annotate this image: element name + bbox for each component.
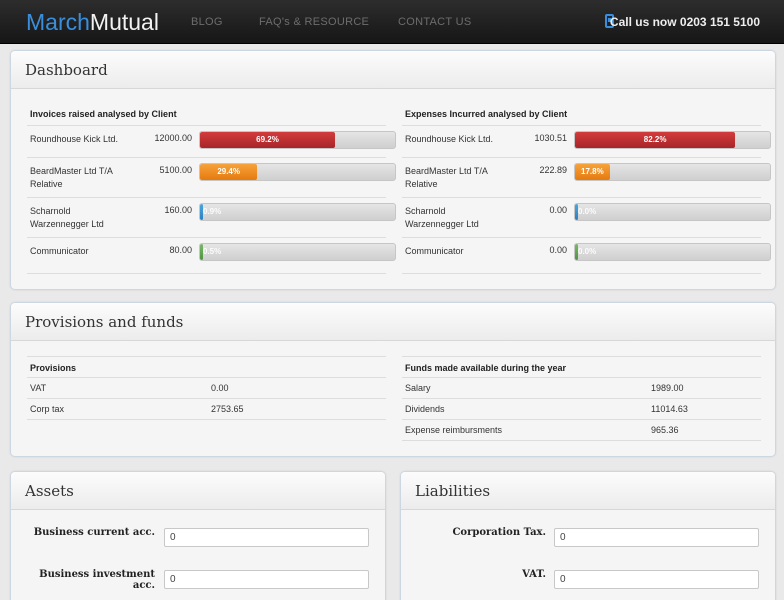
liabilities-panel: Liabilities Corporation Tax. 0 VAT. 0 (400, 471, 776, 600)
corporation-tax-label: Corporation Tax. (452, 527, 546, 538)
fund-label: Expense reimbursments (405, 425, 503, 435)
percentage-label: 69.2% (256, 135, 279, 144)
divider (27, 125, 386, 126)
percentage-bar: 0.9% (199, 203, 396, 221)
client-amount: 12000.00 (154, 133, 192, 143)
expenses-heading: Expenses Incurred analysed by Client (405, 109, 568, 119)
client-name: BeardMaster Ltd T/A Relative (30, 166, 113, 189)
business-investment-account-input[interactable]: 0 (164, 570, 369, 589)
percentage-label: 0.9% (203, 207, 222, 216)
percentage-bar: 82.2% (574, 131, 771, 149)
divider (402, 398, 761, 399)
divider (402, 419, 761, 420)
divider (402, 273, 761, 274)
percentage-label: 17.8% (581, 167, 604, 176)
percentage-label: 0.0% (578, 247, 597, 256)
business-current-account-input[interactable]: 0 (164, 528, 369, 547)
divider (27, 273, 386, 274)
divider (27, 197, 386, 198)
divider (27, 398, 386, 399)
top-navigation-bar: MarchMutual BLOG FAQ's & RESOURCE CONTAC… (0, 0, 784, 44)
fund-value: 11014.63 (651, 404, 688, 414)
dashboard-panel: Dashboard Invoices raised analysed by Cl… (10, 50, 776, 290)
divider (402, 356, 761, 357)
client-amount: 5100.00 (159, 165, 192, 175)
phone-number: Call us now 0203 151 5100 (609, 15, 760, 29)
percentage-bar: 0.5% (199, 243, 396, 261)
provisions-funds-title: Provisions and funds (11, 303, 775, 341)
client-name: Communicator (405, 246, 464, 256)
divider (402, 197, 761, 198)
divider (402, 377, 761, 378)
percentage-label: 0.0% (578, 207, 597, 216)
client-name: Roundhouse Kick Ltd. (405, 134, 494, 144)
client-amount: 0.00 (549, 245, 567, 255)
assets-title: Assets (11, 472, 385, 510)
client-name: Roundhouse Kick Ltd. (30, 134, 119, 144)
vat-label: VAT. (522, 569, 546, 580)
liabilities-title: Liabilities (401, 472, 775, 510)
nav-faqs-resource[interactable]: FAQ's & RESOURCE (259, 16, 369, 28)
percentage-bar: 0.0% (574, 243, 771, 261)
corporation-tax-input[interactable]: 0 (554, 528, 759, 547)
vat-input[interactable]: 0 (554, 570, 759, 589)
provision-value: 2753.65 (211, 404, 244, 414)
divider (27, 356, 386, 357)
provision-label: Corp tax (30, 404, 65, 414)
divider (402, 237, 761, 238)
client-amount: 160.00 (164, 205, 192, 215)
percentage-bar: 0.0% (574, 203, 771, 221)
provision-label: VAT (30, 383, 47, 393)
nav-blog[interactable]: BLOG (191, 16, 223, 28)
client-amount: 0.00 (549, 205, 567, 215)
provisions-heading: Provisions (30, 363, 77, 373)
client-amount: 222.89 (539, 165, 567, 175)
divider (27, 377, 386, 378)
logo-part-march: March (26, 9, 90, 35)
client-name: Scharnold Warzennegger Ltd (30, 206, 104, 229)
divider (27, 157, 386, 158)
divider (402, 157, 761, 158)
divider (402, 440, 761, 441)
percentage-label: 0.5% (203, 247, 222, 256)
fund-label: Dividends (405, 404, 445, 414)
logo[interactable]: MarchMutual (26, 9, 159, 35)
percentage-bar: 17.8% (574, 163, 771, 181)
business-investment-account-label: Business investment acc. (39, 569, 155, 591)
percentage-bar: 69.2% (199, 131, 396, 149)
nav-contact-us[interactable]: CONTACT US (398, 16, 472, 28)
percentage-label: 82.2% (643, 135, 667, 144)
fund-value: 1989.00 (651, 383, 684, 393)
percentage-label: 29.4% (217, 167, 240, 176)
logo-part-mutual: Mutual (89, 9, 159, 35)
client-amount: 1030.51 (534, 133, 567, 143)
divider (27, 237, 386, 238)
client-name: BeardMaster Ltd T/A Relative (405, 166, 488, 189)
client-name: Scharnold Warzennegger Ltd (405, 206, 479, 229)
divider (27, 419, 386, 420)
fund-label: Salary (405, 383, 431, 393)
divider (402, 125, 761, 126)
fund-value: 965.36 (651, 425, 679, 435)
provisions-funds-panel: Provisions and funds Provisions VAT 0.00… (10, 302, 776, 457)
percentage-bar: 29.4% (199, 163, 396, 181)
funds-heading: Funds made available during the year (405, 363, 567, 373)
business-current-account-label: Business current acc. (33, 527, 155, 538)
provision-value: 0.00 (211, 383, 229, 393)
invoices-heading: Invoices raised analysed by Client (30, 109, 177, 119)
dashboard-title: Dashboard (11, 51, 775, 89)
client-amount: 80.00 (169, 245, 192, 255)
assets-panel: Assets Business current acc. 0 Business … (10, 471, 386, 600)
client-name: Communicator (30, 246, 89, 256)
